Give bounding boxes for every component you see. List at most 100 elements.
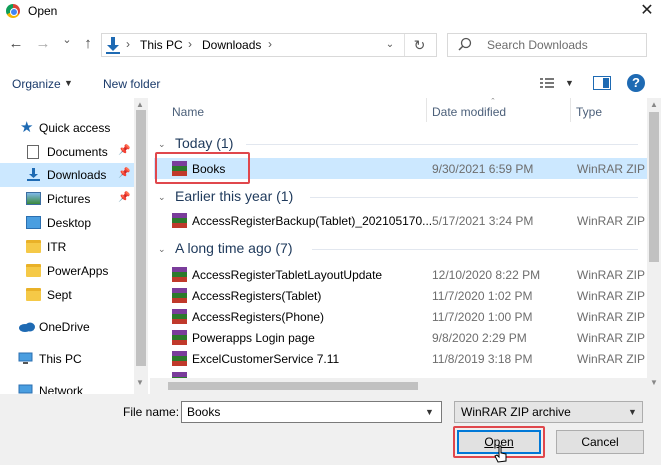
help-button[interactable]: ? <box>627 74 645 92</box>
breadcrumb-downloads[interactable]: Downloads <box>202 38 261 52</box>
window-title: Open <box>28 4 58 18</box>
sidebar-item-onedrive[interactable]: OneDrive <box>0 315 148 339</box>
file-type: WinRAR ZIP a <box>577 268 647 282</box>
file-type: WinRAR ZIP a <box>577 289 647 303</box>
file-row[interactable]: Powerapps Login page 9/8/2020 2:29 PM Wi… <box>154 327 647 348</box>
sidebar-item-label: Documents <box>47 145 108 159</box>
up-button[interactable]: ↑ <box>78 34 98 54</box>
sidebar-item-sept[interactable]: Sept <box>0 283 148 307</box>
file-name: ExcelCustomerService 7.11 <box>192 352 340 366</box>
sidebar-item-label: PowerApps <box>47 264 109 278</box>
address-dropdown-button[interactable]: ⌄ <box>378 34 402 56</box>
breadcrumb-separator[interactable]: › <box>268 37 272 51</box>
sidebar-item-label: Sept <box>47 288 72 302</box>
file-type-select[interactable]: WinRAR ZIP archive <box>454 401 643 423</box>
group-collapse-icon[interactable]: ⌄ <box>158 192 166 203</box>
pin-icon: 📌 <box>118 145 131 156</box>
file-name: AccessRegisterTabletLayoutUpdate <box>192 268 383 282</box>
sidebar-item-desktop[interactable]: Desktop <box>0 211 148 235</box>
winrar-archive-icon <box>172 213 187 228</box>
file-date: 11/8/2019 3:18 PM <box>432 352 533 366</box>
navigation-pane: ★ Quick access Documents 📌 Downloads 📌 P… <box>0 98 148 394</box>
file-name: AccessRegisters(Tablet) <box>192 289 322 303</box>
hand-cursor-icon <box>494 445 507 463</box>
close-button[interactable]: ✕ <box>634 0 660 22</box>
column-header-type[interactable]: Type <box>576 105 602 119</box>
sidebar-item-pictures[interactable]: Pictures 📌 <box>0 187 148 211</box>
sidebar-scroll-thumb[interactable] <box>136 110 146 366</box>
file-type: WinRAR ZIP a <box>577 331 647 345</box>
sidebar-item-network[interactable]: Network <box>0 379 148 394</box>
file-name: AccessRegisters(Phone) <box>192 310 325 324</box>
scroll-down-icon[interactable]: ▼ <box>136 378 144 387</box>
chevron-down-icon[interactable]: ▼ <box>425 407 434 417</box>
file-type: WinRAR ZIP a <box>577 214 647 228</box>
caret-down-icon[interactable]: ▼ <box>565 78 574 88</box>
pin-icon: 📌 <box>118 168 131 179</box>
group-header-long-time-ago[interactable]: A long time ago (7) <box>175 240 293 256</box>
file-row[interactable]: AccessRegisters(Tablet) 11/7/2020 1:02 P… <box>154 285 647 306</box>
scroll-up-icon[interactable]: ▲ <box>136 100 144 109</box>
file-row[interactable]: AccessRegisterTabletLayoutUpdate 12/10/2… <box>154 264 647 285</box>
pictures-icon <box>26 192 41 205</box>
chevron-down-icon[interactable]: ▼ <box>628 407 637 417</box>
file-type: WinRAR ZIP a <box>577 352 647 366</box>
file-name: AccessRegisterBackup(Tablet)_202105170..… <box>192 214 433 228</box>
sort-caret-icon: ⌃ <box>490 98 496 105</box>
sidebar-item-label: Desktop <box>47 216 92 230</box>
sidebar-item-documents[interactable]: Documents 📌 <box>0 140 148 164</box>
search-icon <box>458 37 472 51</box>
cancel-button[interactable]: Cancel <box>556 430 644 454</box>
search-input[interactable]: Search Downloads <box>487 38 588 52</box>
breadcrumb-separator[interactable]: › <box>188 37 192 51</box>
group-header-earlier-this-year[interactable]: Earlier this year (1) <box>175 188 293 204</box>
details-view-icon[interactable] <box>539 76 555 90</box>
sidebar-item-quick-access[interactable]: ★ Quick access <box>0 116 148 140</box>
computer-icon <box>18 352 33 364</box>
file-row[interactable]: AccessRegisters(Phone) 11/7/2020 1:00 PM… <box>154 306 647 327</box>
breadcrumb-this-pc[interactable]: This PC <box>140 38 183 52</box>
downloads-icon <box>106 37 120 54</box>
sidebar-item-label: Quick access <box>39 121 111 135</box>
new-folder-button[interactable]: New folder <box>103 77 160 91</box>
file-name-input[interactable]: Books <box>181 401 442 423</box>
group-collapse-icon[interactable]: ⌄ <box>158 244 166 255</box>
folder-icon <box>26 288 41 301</box>
breadcrumb-separator: › <box>126 37 130 51</box>
group-header-today[interactable]: Today (1) <box>175 135 233 151</box>
file-list-scroll-thumb[interactable] <box>649 112 659 262</box>
desktop-icon <box>26 216 41 229</box>
column-header-name[interactable]: Name <box>172 105 204 119</box>
sidebar-item-downloads[interactable]: Downloads 📌 <box>0 163 148 187</box>
scroll-up-icon[interactable]: ▲ <box>650 100 658 109</box>
column-header-date[interactable]: Date modified <box>432 105 506 119</box>
refresh-button[interactable]: ↻ <box>404 34 434 56</box>
file-row[interactable]: AccessRegisterBackup(Tablet)_202105170..… <box>154 210 647 231</box>
file-date: 11/7/2020 1:02 PM <box>432 289 533 303</box>
network-icon <box>18 384 33 394</box>
sidebar-item-this-pc[interactable]: This PC <box>0 347 148 371</box>
scroll-down-icon[interactable]: ▼ <box>650 378 658 387</box>
sidebar-item-powerapps[interactable]: PowerApps <box>0 259 148 283</box>
command-bar <box>0 68 661 98</box>
file-row[interactable]: ExcelCustomerService 7.11 11/8/2019 3:18… <box>154 348 647 369</box>
caret-down-icon: ▼ <box>64 78 73 88</box>
group-divider <box>246 144 638 145</box>
folder-icon <box>26 240 41 253</box>
chrome-icon <box>6 4 20 18</box>
column-separator[interactable] <box>570 98 571 122</box>
horizontal-scroll-thumb[interactable] <box>168 382 418 390</box>
recent-locations-button[interactable]: ⌄ <box>57 30 77 50</box>
forward-button[interactable]: → <box>33 34 53 54</box>
preview-pane-icon[interactable] <box>593 76 611 90</box>
pin-icon: 📌 <box>118 192 131 203</box>
group-collapse-icon[interactable]: ⌄ <box>158 139 166 150</box>
file-date: 11/7/2020 1:00 PM <box>432 310 533 324</box>
downloads-icon <box>27 168 40 181</box>
back-button[interactable]: ← <box>6 34 26 54</box>
cloud-icon <box>19 322 35 332</box>
organize-button[interactable]: Organize <box>12 77 61 91</box>
winrar-archive-icon <box>172 288 187 303</box>
sidebar-item-itr[interactable]: ITR <box>0 235 148 259</box>
column-separator[interactable] <box>426 98 427 122</box>
